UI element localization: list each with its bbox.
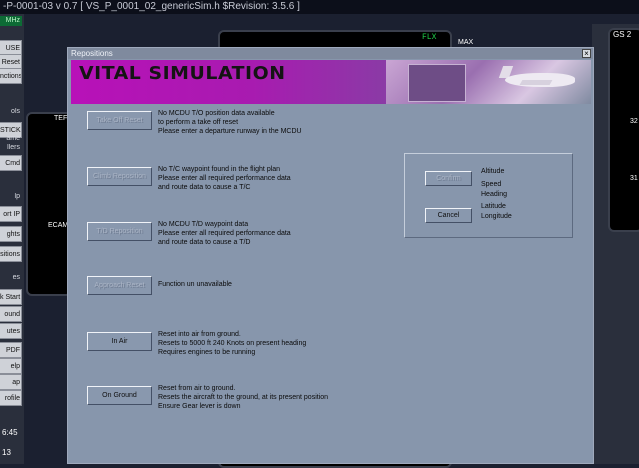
on-ground-button[interactable]: On Ground bbox=[87, 386, 152, 405]
max-readout: MAX bbox=[458, 39, 474, 46]
sidebar-button[interactable]: ap bbox=[0, 374, 22, 390]
sidebar-button[interactable]: k Start bbox=[0, 289, 22, 305]
sidebar-label: ols bbox=[11, 108, 20, 115]
take-off-reset-button[interactable]: Take Off Reset bbox=[87, 111, 152, 130]
cancel-button[interactable]: Cancel bbox=[425, 208, 472, 223]
sidebar-label: ame bbox=[6, 135, 20, 142]
sidebar-button[interactable]: PDF bbox=[0, 342, 22, 358]
close-icon: × bbox=[584, 49, 589, 58]
td-reposition-description-line: Please enter all required performance da… bbox=[158, 230, 291, 237]
repositions-dialog: Repositions × VITAL SIMULATION Take Off … bbox=[67, 47, 594, 464]
sidebar-label: es bbox=[12, 274, 20, 281]
vital-simulation-banner: VITAL SIMULATION bbox=[71, 60, 591, 104]
window-title-bar: -P-0001-03 v 0.7 [ VS_P_0001_02_genericS… bbox=[0, 0, 639, 14]
longitude-label: Longitude bbox=[481, 213, 512, 220]
on-ground-description-line: Ensure Gear lever is down bbox=[158, 403, 241, 410]
heading-32: 32 bbox=[630, 118, 638, 125]
dialog-title: Repositions bbox=[71, 49, 113, 58]
climb-reposition-description-line: No T/C waypoint found in the flight plan bbox=[158, 166, 281, 173]
bg-display-left bbox=[26, 112, 72, 296]
sidebar-button[interactable]: rofile bbox=[0, 390, 22, 406]
cockpit-screen-image bbox=[408, 64, 466, 102]
approach-reset-description-line: Function un unavailable bbox=[158, 281, 232, 288]
sidebar-button[interactable]: elp bbox=[0, 358, 22, 374]
take-off-reset-description-line: to perform a take off reset bbox=[158, 119, 239, 126]
dialog-title-bar: Repositions × bbox=[68, 48, 593, 59]
sidebar-label: lp bbox=[14, 193, 20, 200]
sidebar-button[interactable]: ort IP bbox=[0, 206, 22, 222]
sidebar-button[interactable]: ound bbox=[0, 306, 22, 322]
td-reposition-button[interactable]: T/D Reposition bbox=[87, 222, 152, 241]
close-button[interactable]: × bbox=[582, 49, 591, 58]
banner-title: VITAL SIMULATION bbox=[79, 63, 286, 84]
take-off-reset-description-line: Please enter a departure runway in the M… bbox=[158, 128, 302, 135]
on-ground-description-line: Resets the aircraft to the ground, at it… bbox=[158, 394, 329, 401]
climb-reposition-button[interactable]: Climb Reposition bbox=[87, 167, 152, 186]
in-air-description-line: Resets to 5000 ft 240 Knots on present h… bbox=[158, 340, 307, 347]
aircraft-image bbox=[386, 60, 591, 104]
take-off-reset-description-line: No MCDU T/O position data available bbox=[158, 110, 275, 117]
window-title: -P-0001-03 v 0.7 [ VS_P_0001_02_genericS… bbox=[3, 1, 300, 12]
bg-display-right bbox=[608, 28, 639, 232]
in-air-description-line: Reset into air from ground. bbox=[158, 331, 241, 338]
altitude-label: Altitude bbox=[481, 168, 505, 175]
sidebar-button[interactable]: utes bbox=[0, 323, 22, 339]
in-air-description-line: Requires engines to be running bbox=[158, 349, 256, 356]
mhz-indicator: MHz bbox=[0, 16, 22, 26]
sidebar-button[interactable]: Cmd bbox=[0, 155, 22, 171]
heading-label: Heading bbox=[481, 191, 508, 198]
sidebar-button[interactable]: sitions bbox=[0, 246, 22, 262]
sidebar-button[interactable]: ghts bbox=[0, 226, 22, 242]
in-air-button[interactable]: In Air bbox=[87, 332, 152, 351]
td-reposition-description-line: No MCDU T/D waypoint data bbox=[158, 221, 249, 228]
bottom-value: 13 bbox=[2, 448, 11, 457]
sidebar-label: llers bbox=[7, 144, 20, 151]
climb-reposition-description-line: and route data to cause a T/C bbox=[158, 184, 251, 191]
confirm-button[interactable]: Confirm bbox=[425, 171, 472, 186]
gs-readout: GS 2 bbox=[613, 30, 632, 39]
heading-31: 31 bbox=[630, 175, 638, 182]
speed-label: Speed bbox=[481, 181, 502, 188]
on-ground-description-line: Reset from air to ground. bbox=[158, 385, 236, 392]
latitude-label: Latitude bbox=[481, 203, 506, 210]
td-reposition-description-line: and route data to cause a T/D bbox=[158, 239, 251, 246]
aircraft-wing-shape bbox=[519, 80, 553, 85]
ecam-label: ECAM bbox=[48, 222, 69, 229]
climb-reposition-description-line: Please enter all required performance da… bbox=[158, 175, 291, 182]
confirm-group-box: Confirm Cancel Altitude Speed Heading La… bbox=[404, 153, 573, 238]
sidebar-button[interactable]: nctions bbox=[0, 68, 22, 84]
approach-reset-button[interactable]: Approach Reset bbox=[87, 276, 152, 295]
ter-label: TEF bbox=[54, 115, 68, 122]
clock: 6:45 bbox=[2, 428, 18, 437]
flx-readout: FLX bbox=[422, 33, 437, 42]
